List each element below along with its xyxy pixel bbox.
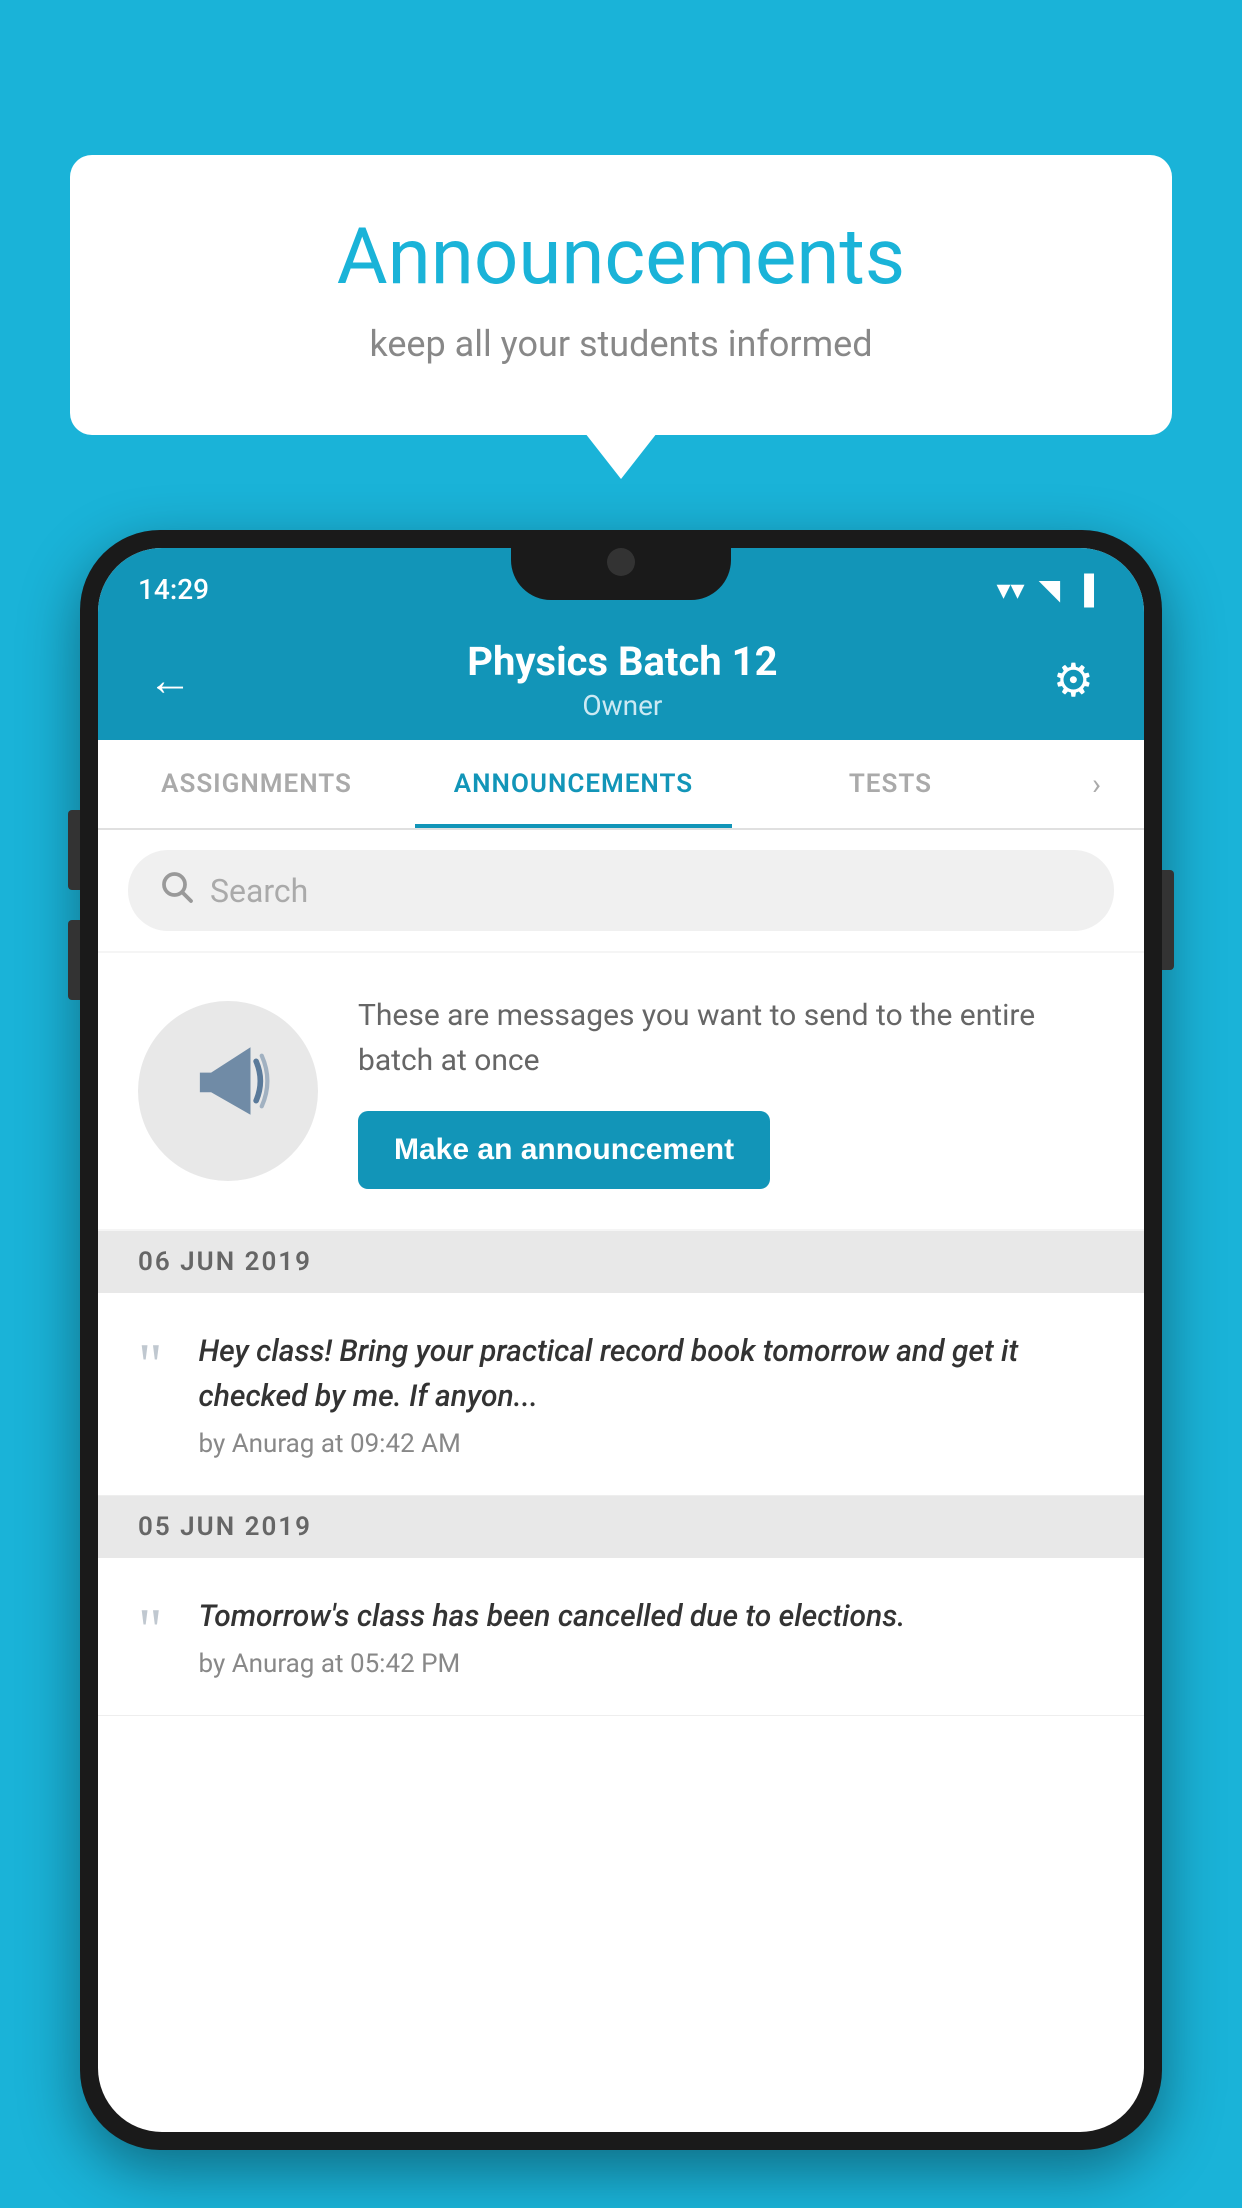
header-center: Physics Batch 12 Owner xyxy=(467,638,777,722)
phone-container: 14:29 ▾▾ ◥ ▐ ← Physics Batch 12 Owner ⚙ xyxy=(80,530,1162,2208)
make-announcement-button[interactable]: Make an announcement xyxy=(358,1111,770,1189)
phone-camera xyxy=(607,548,635,576)
battery-icon: ▐ xyxy=(1074,573,1094,606)
status-icons: ▾▾ ◥ ▐ xyxy=(997,573,1095,606)
date-separator-1: 06 JUN 2019 xyxy=(98,1231,1144,1293)
phone-screen: 14:29 ▾▾ ◥ ▐ ← Physics Batch 12 Owner ⚙ xyxy=(98,548,1144,2132)
tab-tests[interactable]: TESTS xyxy=(732,740,1049,828)
bubble-title: Announcements xyxy=(150,215,1092,301)
announcement-meta-2: by Anurag at 05:42 PM xyxy=(199,1649,1105,1679)
announcement-text-2: Tomorrow's class has been cancelled due … xyxy=(199,1594,1105,1639)
announcement-icon-circle xyxy=(138,1001,318,1181)
power-button[interactable] xyxy=(1162,870,1174,970)
speech-bubble-container: Announcements keep all your students inf… xyxy=(70,155,1172,435)
speech-bubble: Announcements keep all your students inf… xyxy=(70,155,1172,435)
quote-icon-1: " xyxy=(138,1335,163,1395)
announcement-content-1: Hey class! Bring your practical record b… xyxy=(199,1329,1105,1459)
announcement-item-2: " Tomorrow's class has been cancelled du… xyxy=(98,1558,1144,1716)
header-subtitle: Owner xyxy=(467,689,777,722)
tab-assignments[interactable]: ASSIGNMENTS xyxy=(98,740,415,828)
search-bar[interactable]: Search xyxy=(128,850,1114,931)
announcement-meta-1: by Anurag at 09:42 AM xyxy=(199,1429,1105,1459)
phone-outer: 14:29 ▾▾ ◥ ▐ ← Physics Batch 12 Owner ⚙ xyxy=(80,530,1162,2150)
megaphone-icon xyxy=(183,1036,273,1146)
announcement-prompt: These are messages you want to send to t… xyxy=(98,953,1144,1229)
date-separator-2: 05 JUN 2019 xyxy=(98,1496,1144,1558)
announcement-content-2: Tomorrow's class has been cancelled due … xyxy=(199,1594,1105,1679)
app-header: ← Physics Batch 12 Owner ⚙ xyxy=(98,620,1144,740)
header-title: Physics Batch 12 xyxy=(467,638,777,685)
content-area: Search Th xyxy=(98,830,1144,1716)
search-container: Search xyxy=(98,830,1144,951)
search-placeholder: Search xyxy=(210,872,308,910)
volume-down-button[interactable] xyxy=(68,920,80,1000)
tab-announcements[interactable]: ANNOUNCEMENTS xyxy=(415,740,732,828)
announcement-right: These are messages you want to send to t… xyxy=(358,993,1104,1189)
bubble-subtitle: keep all your students informed xyxy=(150,323,1092,365)
announcement-item-1: " Hey class! Bring your practical record… xyxy=(98,1293,1144,1496)
volume-up-button[interactable] xyxy=(68,810,80,890)
search-icon xyxy=(158,868,194,913)
announcement-desc: These are messages you want to send to t… xyxy=(358,993,1104,1083)
status-time: 14:29 xyxy=(138,573,209,606)
wifi-icon: ▾▾ xyxy=(997,573,1025,606)
tab-bar: ASSIGNMENTS ANNOUNCEMENTS TESTS › xyxy=(98,740,1144,830)
signal-icon: ◥ xyxy=(1039,573,1061,606)
quote-icon-2: " xyxy=(138,1600,163,1660)
tab-more[interactable]: › xyxy=(1049,740,1144,828)
announcement-text-1: Hey class! Bring your practical record b… xyxy=(199,1329,1105,1419)
back-button[interactable]: ← xyxy=(148,654,192,706)
settings-icon[interactable]: ⚙ xyxy=(1053,653,1094,708)
